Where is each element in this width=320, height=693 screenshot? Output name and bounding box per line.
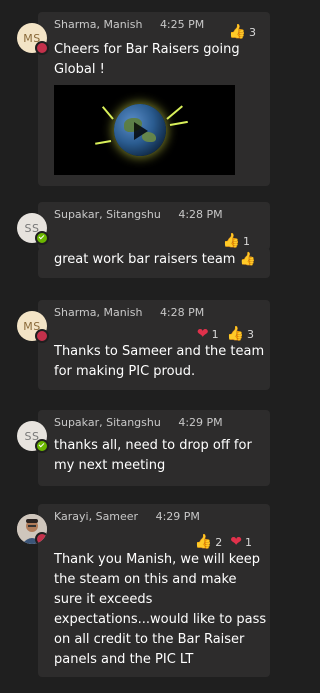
reaction-count: 2 xyxy=(215,536,223,549)
busy-status-icon xyxy=(35,329,49,343)
message-bubble-continued[interactable]: great work bar raisers team 👍 xyxy=(38,248,270,278)
reaction-heart[interactable]: ❤ 1 xyxy=(230,534,252,550)
reaction-heart[interactable]: ❤ 1 xyxy=(197,326,219,342)
reaction-count: 1 xyxy=(245,536,252,549)
message-line: great work bar raisers team 👍 xyxy=(54,252,256,267)
message-line: Thanks to Sameer and the team xyxy=(54,344,265,359)
message-header: Sharma, Manish 4:28 PM xyxy=(54,306,204,319)
reaction-thumbs-up[interactable]: 👍 2 xyxy=(195,534,222,550)
timestamp: 4:29 PM xyxy=(178,416,223,429)
message-line: the steam on this and make xyxy=(54,572,237,587)
author-name: Supakar, Sitangshu xyxy=(54,416,161,429)
reaction-count: 3 xyxy=(247,328,254,341)
message-bubble[interactable]: Sharma, Manish 4:25 PM 👍 3 Cheers for Bar… xyxy=(38,12,270,186)
thumbs-up-icon: 👍 xyxy=(226,326,244,342)
message-header: Supakar, Sitangshu 4:28 PM xyxy=(54,208,223,221)
busy-status-icon xyxy=(35,532,47,544)
message-text: great work bar raisers team 👍 xyxy=(54,250,256,270)
author-name: Supakar, Sitangshu xyxy=(54,208,161,221)
reactions: ❤ 1 👍 3 xyxy=(197,326,254,342)
video-thumbnail[interactable] xyxy=(54,85,235,175)
message-line: expectations...would like to pass xyxy=(54,612,267,627)
reaction-thumbs-up[interactable]: 👍 1 xyxy=(223,233,250,249)
avatar-photo[interactable] xyxy=(17,514,47,544)
message-line: Cheers for Bar Raisers going xyxy=(54,42,240,57)
thumbs-up-icon: 👍 xyxy=(194,534,213,550)
message-line: Global ! xyxy=(54,62,105,77)
reaction-count: 1 xyxy=(243,235,250,248)
timestamp: 4:28 PM xyxy=(159,306,205,319)
timestamp: 4:28 PM xyxy=(178,208,223,221)
reactions: 👍 3 xyxy=(229,24,256,40)
timestamp: 4:29 PM xyxy=(155,510,200,523)
message-header: Karayi, Sameer 4:29 PM xyxy=(54,510,200,523)
avatar[interactable]: MS xyxy=(17,311,49,343)
reaction-thumbs-up[interactable]: 👍 3 xyxy=(227,326,254,342)
message-line: my next meeting xyxy=(54,458,166,473)
avatar[interactable]: SS xyxy=(17,421,49,453)
message-header: Supakar, Sitangshu 4:29 PM xyxy=(54,416,223,429)
message-line: Thank you Manish, we will keep xyxy=(54,552,261,567)
message-line: on all credit to the Bar Raiser xyxy=(54,632,245,647)
play-icon[interactable] xyxy=(134,122,148,140)
message-text: Thanks to Sameer and the team for making… xyxy=(54,342,264,382)
message-line: sure it exceeds xyxy=(54,592,153,607)
message-line: panels and the PIC LT xyxy=(54,652,194,667)
message-bubble[interactable]: Sharma, Manish 4:28 PM ❤ 1 👍 3 Thanks to S… xyxy=(38,300,270,390)
reactions: 👍 1 xyxy=(223,233,250,249)
message-header: Sharma, Manish 4:25 PM xyxy=(54,18,204,31)
thumbs-up-icon: 👍 xyxy=(228,24,246,40)
thumbs-up-icon: 👍 xyxy=(222,233,240,249)
light-ray xyxy=(166,105,183,120)
light-ray xyxy=(95,140,112,145)
light-ray xyxy=(169,120,188,126)
heart-icon: ❤ xyxy=(196,326,209,342)
available-status-icon xyxy=(35,439,49,453)
message-text: thanks all, need to drop off for my next… xyxy=(54,436,252,476)
message-bubble[interactable]: Karayi, Sameer 4:29 PM 👍 2 ❤ 1 Thank you M… xyxy=(38,504,270,677)
reaction-thumbs-up[interactable]: 👍 3 xyxy=(229,24,256,40)
message-line: for making PIC proud. xyxy=(54,364,196,379)
message-text: Cheers for Bar Raisers going Global ! xyxy=(54,40,240,80)
author-name: Sharma, Manish xyxy=(54,18,143,31)
available-status-icon xyxy=(35,231,49,245)
reaction-count: 3 xyxy=(249,26,256,39)
message-bubble[interactable]: Supakar, Sitangshu 4:29 PM thanks all, n… xyxy=(38,410,270,486)
message-bubble[interactable]: Supakar, Sitangshu 4:28 PM 👍 1 xyxy=(38,202,270,250)
timestamp: 4:25 PM xyxy=(159,18,205,31)
heart-icon: ❤ xyxy=(230,534,242,550)
busy-status-icon xyxy=(35,41,49,55)
reaction-count: 1 xyxy=(211,328,219,341)
author-name: Karayi, Sameer xyxy=(54,510,139,523)
message-text: Thank you Manish, we will keep the steam… xyxy=(54,550,266,670)
avatar[interactable]: MS xyxy=(17,23,49,55)
avatar[interactable]: SS xyxy=(17,213,49,245)
message-line: thanks all, need to drop off for xyxy=(54,438,252,453)
author-name: Sharma, Manish xyxy=(54,306,143,319)
light-ray xyxy=(101,106,114,120)
reactions: 👍 2 ❤ 1 xyxy=(195,534,252,550)
